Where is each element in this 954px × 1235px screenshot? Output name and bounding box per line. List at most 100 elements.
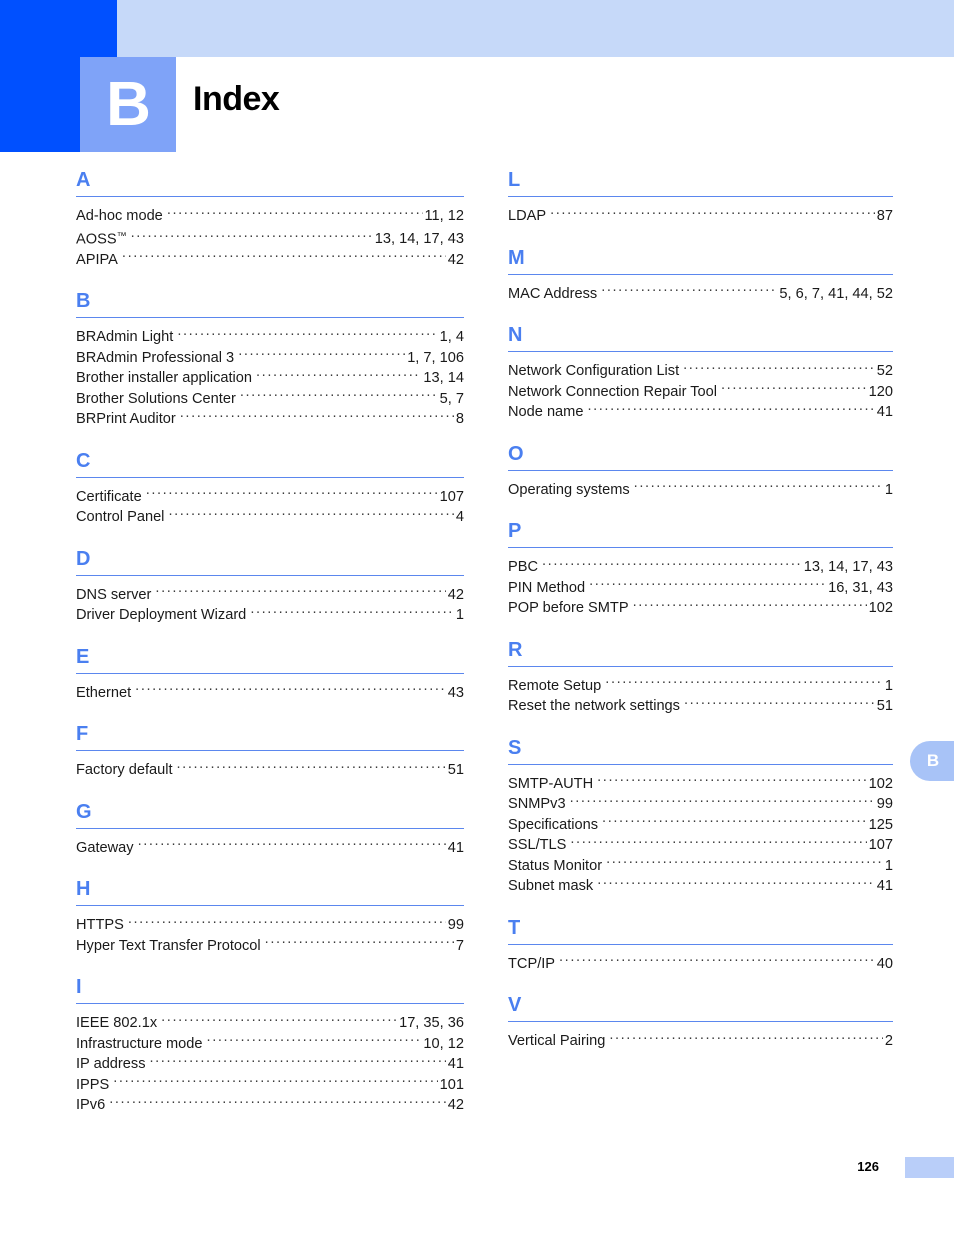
chapter-thumb-tab: B	[910, 741, 954, 781]
index-entry-leader	[250, 605, 454, 619]
index-letter-heading: P	[508, 520, 522, 542]
index-entry[interactable]: TCP/IP 40	[508, 954, 893, 975]
index-entry[interactable]: Certificate 107	[76, 487, 464, 508]
index-entry-term: BRAdmin Professional 3	[76, 349, 235, 366]
index-entry-term: Factory default	[76, 762, 173, 778]
index-entry[interactable]: DNS server 42	[76, 585, 464, 606]
index-entry[interactable]: Driver Deployment Wizard 1	[76, 605, 464, 626]
index-entry-leader	[256, 368, 421, 382]
index-entry[interactable]: Network Connection Repair Tool 120	[508, 382, 893, 403]
index-letter-rule	[508, 547, 893, 548]
index-entry[interactable]: HTTPS 99	[76, 915, 464, 936]
index-entry-term: Network Configuration List	[508, 363, 680, 379]
index-letter-rule	[76, 672, 464, 674]
index-entry[interactable]: Factory default 51	[76, 760, 464, 781]
index-entry-pages: 5, 7	[439, 390, 464, 407]
index-entry-leader	[683, 361, 875, 375]
index-entry-pages: 42	[447, 586, 464, 603]
index-entry[interactable]: Network Configuration List 52	[508, 361, 893, 382]
index-entry-term: Brother Solutions Center	[76, 390, 236, 407]
index-entry[interactable]: Ethernet 43	[76, 683, 464, 704]
index-entry-term: Operating systems	[508, 481, 630, 498]
index-entry[interactable]: Reset the network settings 51	[508, 696, 893, 717]
index-entry-leader	[633, 598, 867, 612]
index-entry[interactable]: SMTP-AUTH 102	[508, 774, 893, 795]
index-entry-leader	[122, 250, 446, 264]
index-entry[interactable]: APIPA 42	[76, 250, 464, 271]
index-entry[interactable]: Control Panel 4	[76, 507, 464, 528]
index-entry-pages: 41	[447, 839, 464, 856]
index-entry[interactable]: POP before SMTP 102	[508, 598, 893, 619]
index-letter-rule	[76, 1003, 464, 1004]
chapter-badge-letter: B	[106, 69, 151, 139]
index-entry[interactable]: PIN Method 16, 31, 43	[508, 578, 893, 599]
index-entry-leader	[601, 284, 777, 298]
index-entry-leader	[150, 1054, 446, 1068]
index-entry[interactable]: SSL/TLS 107	[508, 835, 893, 856]
index-entry[interactable]: IPv6 42	[76, 1095, 464, 1116]
index-entry-term: Node name	[508, 404, 584, 420]
index-letter-heading: D	[76, 547, 91, 570]
index-letter-heading: R	[508, 638, 523, 661]
index-entry[interactable]: Operating systems 1	[508, 480, 893, 501]
index-letter-heading: C	[76, 449, 91, 472]
index-entry-pages: 102	[868, 600, 893, 616]
header-light-banner	[117, 0, 954, 57]
index-entry-pages: 10, 12	[423, 1035, 464, 1052]
index-entry[interactable]: BRPrint Auditor 8	[76, 409, 464, 430]
index-entry[interactable]: IPPS 101	[76, 1075, 464, 1096]
index-entry-term: APIPA	[76, 251, 118, 268]
index-entry[interactable]: Remote Setup 1	[508, 676, 893, 697]
index-entry[interactable]: AOSS™ 13, 14, 17, 43	[76, 227, 464, 250]
index-entry[interactable]: IEEE 802.1x 17, 35, 36	[76, 1013, 464, 1034]
index-entry[interactable]: Subnet mask 41	[508, 876, 893, 897]
index-entry-leader	[721, 382, 867, 396]
index-entry[interactable]: Node name 41	[508, 402, 893, 423]
index-letter-group: H HTTPS 99 Hyper Text Transfer Protocol 7	[76, 879, 464, 956]
index-letter-group: A Ad-hoc mode 11, 12 AOSS™ 13, 14, 17, 43 API…	[76, 170, 464, 270]
index-entry[interactable]: MAC Address 5, 6, 7, 41, 44, 52	[508, 284, 893, 305]
index-entry-term: HTTPS	[76, 917, 124, 933]
index-entry[interactable]: Infrastructure mode 10, 12	[76, 1034, 464, 1055]
index-entry[interactable]: BRAdmin Professional 3 1, 7, 106	[76, 348, 464, 369]
index-entry-term: IP address	[76, 1056, 146, 1072]
index-entry[interactable]: Vertical Pairing 2	[508, 1031, 893, 1052]
index-letter-rule	[508, 665, 893, 667]
index-entry[interactable]: PBC 13, 14, 17, 43	[508, 557, 893, 578]
index-entry-leader	[109, 1095, 446, 1109]
index-letter-group: M MAC Address 5, 6, 7, 41, 44, 52	[508, 248, 893, 305]
index-entry-leader	[609, 1031, 883, 1045]
index-entry-term: Network Connection Repair Tool	[508, 383, 718, 400]
index-entry-leader	[550, 206, 875, 220]
index-entry[interactable]: Status Monitor 1	[508, 856, 893, 877]
index-entry[interactable]: Brother Solutions Center 5, 7	[76, 389, 464, 410]
index-entry-leader	[128, 915, 446, 929]
index-entry[interactable]: Specifications 125	[508, 815, 893, 836]
index-entry[interactable]: Brother installer application 13, 14	[76, 368, 464, 389]
index-entry[interactable]: LDAP 87	[508, 206, 893, 227]
index-entry-leader	[597, 876, 875, 890]
index-entry[interactable]: BRAdmin Light 1, 4	[76, 327, 464, 348]
index-entry[interactable]: IP address 41	[76, 1054, 464, 1075]
index-letter-rule	[76, 905, 464, 906]
index-entry[interactable]: SNMPv3 99	[508, 794, 893, 815]
index-entry-pages: 42	[447, 251, 464, 268]
index-entry-pages: 125	[868, 816, 893, 833]
index-entry[interactable]: Gateway 41	[76, 838, 464, 859]
index-entry-term: Control Panel	[76, 509, 165, 525]
index-letter-rule	[508, 351, 893, 352]
index-entry-leader	[161, 1013, 397, 1027]
index-entry[interactable]: Hyper Text Transfer Protocol 7	[76, 936, 464, 957]
index-entry-term: SSL/TLS	[508, 837, 567, 853]
index-entry[interactable]: Ad-hoc mode 11, 12	[76, 206, 464, 227]
index-letter-group: S SMTP-AUTH 102 SNMPv3 99 Specifications 125 SS…	[508, 738, 893, 897]
index-entry-leader	[146, 487, 438, 501]
index-entry-leader	[587, 402, 874, 416]
